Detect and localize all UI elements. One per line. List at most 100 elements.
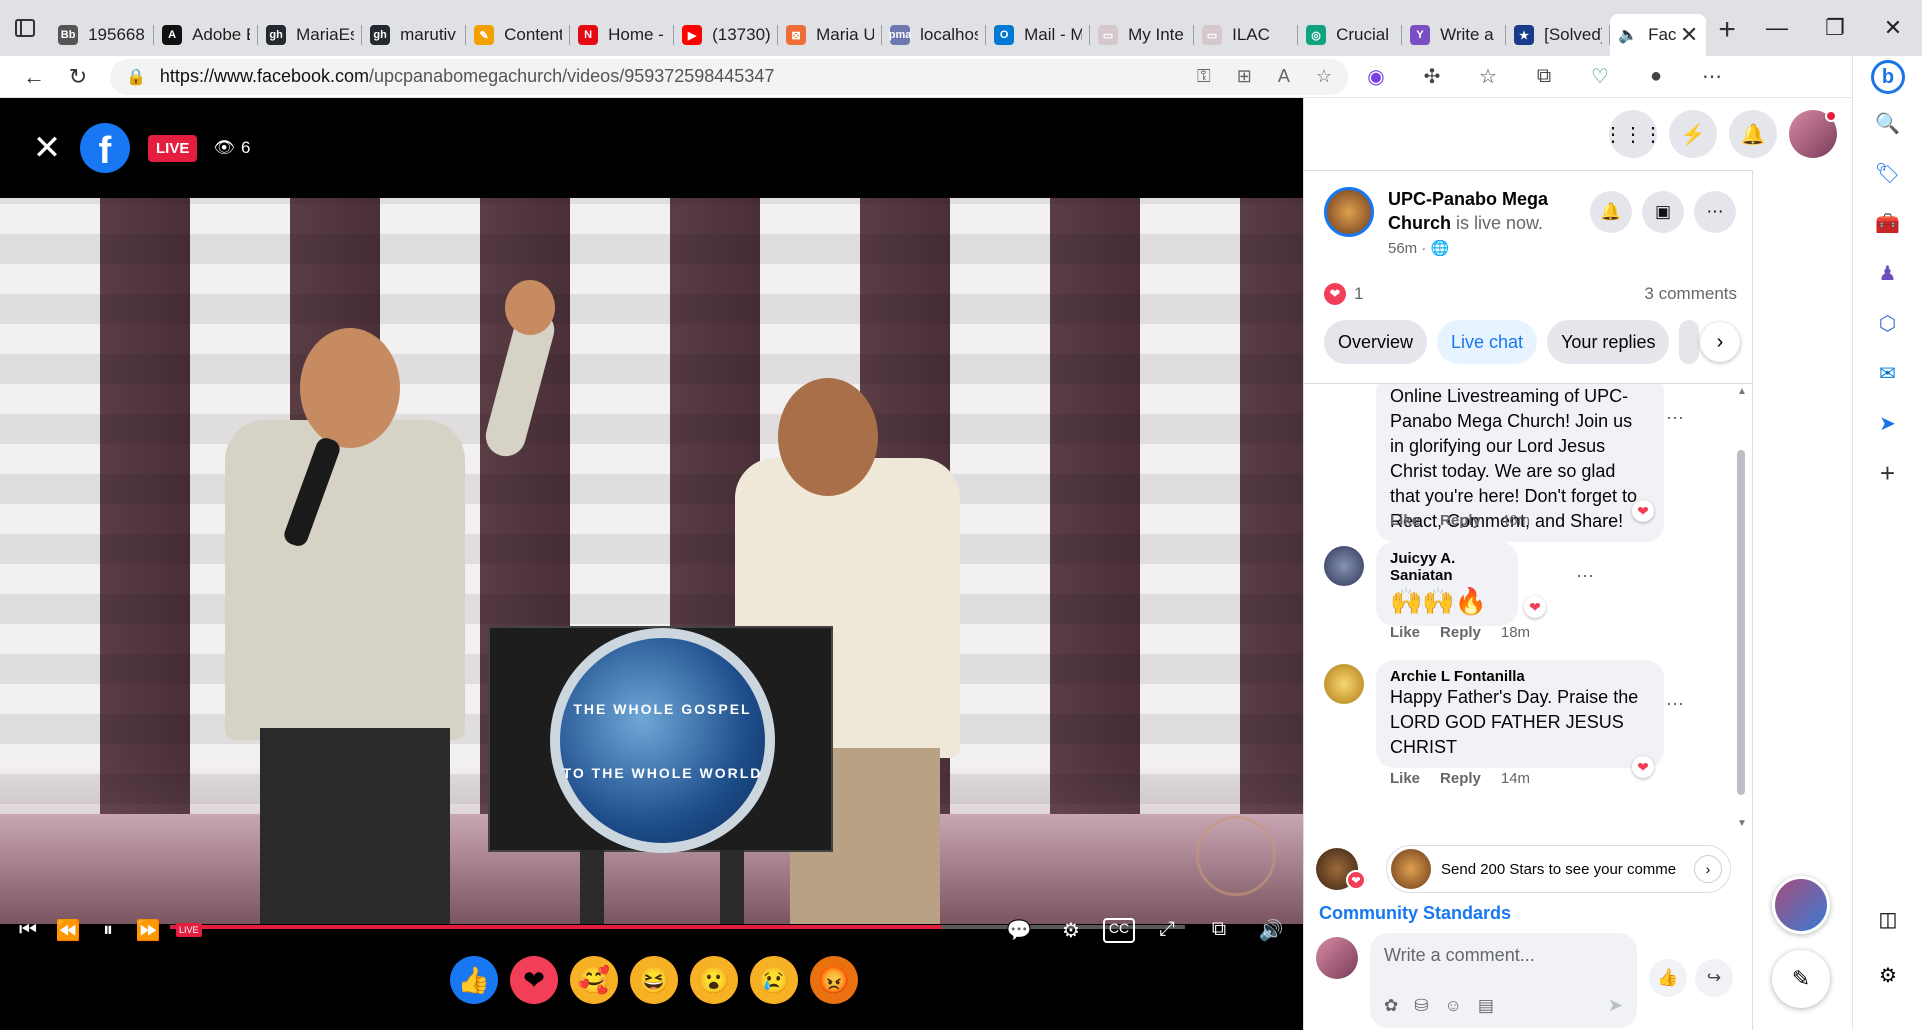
comment-more-icon[interactable]: ⋯	[1576, 566, 1594, 587]
gif-icon[interactable]: ▤	[1478, 996, 1494, 1016]
live-indicator[interactable]: LIVE	[176, 923, 202, 937]
send-icon[interactable]: ➤	[1608, 995, 1623, 1016]
restore-button[interactable]: ❐	[1806, 0, 1864, 56]
menu-grid-icon[interactable]: ⋮⋮⋮	[1603, 110, 1663, 158]
video-frame[interactable]: THE WHOLE GOSPEL TO THE WHOLE WORLD	[0, 198, 1303, 924]
close-video-icon[interactable]: ✕	[24, 128, 70, 168]
quick-like-icon[interactable]: 👍	[1649, 959, 1687, 997]
tab-live-chat[interactable]: Live chat	[1437, 320, 1538, 364]
post-time[interactable]: 56m ·	[1388, 240, 1426, 257]
browser-tab[interactable]: Bb 195668	[50, 14, 155, 56]
page-avatar[interactable]	[1324, 187, 1374, 237]
my-avatar[interactable]	[1316, 937, 1358, 979]
new-message-icon[interactable]: ✎	[1772, 950, 1830, 1008]
account-avatar[interactable]	[1789, 110, 1837, 158]
messenger-icon[interactable]: ⚡	[1669, 110, 1717, 158]
more-menu-icon[interactable]: ⋯	[1684, 64, 1740, 89]
settings-gear-icon[interactable]: ⚙	[1853, 950, 1922, 1000]
reload-button[interactable]: ↻	[56, 64, 100, 90]
browser-tab[interactable]: gh marutiv	[362, 14, 467, 56]
extension-color-icon[interactable]: ◉	[1348, 64, 1404, 89]
browser-tab[interactable]: ★ [Solved]	[1506, 14, 1611, 56]
search-icon[interactable]: 🔍	[1853, 98, 1922, 148]
care-reaction-icon[interactable]: 🥰	[570, 956, 618, 1004]
favorite-star-icon[interactable]: ☆	[1316, 66, 1332, 87]
comment-like[interactable]: Like	[1390, 512, 1420, 529]
browser-tab[interactable]: Y Write a	[1402, 14, 1507, 56]
tab-active-facebook[interactable]: 🔈 Fac ✕	[1610, 14, 1707, 56]
new-tab-button[interactable]: +	[1706, 13, 1748, 47]
follow-bell-icon[interactable]: 🔔	[1590, 191, 1632, 233]
close-tab-icon[interactable]: ✕	[1680, 22, 1698, 48]
chat-bubble-icon[interactable]: 💬	[999, 918, 1039, 943]
collections-icon[interactable]: ⧉	[1516, 65, 1572, 88]
comment-reply[interactable]: Reply	[1440, 512, 1481, 529]
chevron-right-icon[interactable]: ›	[1694, 855, 1722, 883]
tab-more[interactable]	[1679, 320, 1700, 364]
sad-reaction-icon[interactable]: 😢	[750, 956, 798, 1004]
window-close-button[interactable]: ✕	[1864, 0, 1922, 56]
sidebar-toggle-icon[interactable]: ◫	[1853, 894, 1922, 944]
tab-your-replies[interactable]: Your replies	[1547, 320, 1670, 364]
emoji-icon[interactable]: ☺	[1445, 996, 1462, 1016]
shopping-tag-icon[interactable]: 🏷	[1853, 148, 1922, 198]
angry-reaction-icon[interactable]: 😡	[810, 956, 858, 1004]
sticker-icon[interactable]: ✿	[1384, 996, 1398, 1016]
fast-forward-icon[interactable]: ⏩	[128, 918, 168, 943]
stars-sender-avatar[interactable]: ❤	[1316, 848, 1366, 890]
add-sidebar-app-icon[interactable]: +	[1853, 448, 1922, 498]
browser-tab[interactable]: ✎ Content	[466, 14, 571, 56]
browser-tab[interactable]: O Mail - M	[986, 14, 1091, 56]
chevron-right-icon[interactable]: ›	[1700, 322, 1740, 362]
tab-overview[interactable]: Overview	[1324, 320, 1428, 364]
comment-more-icon[interactable]: ⋯	[1666, 694, 1684, 715]
outlook-icon[interactable]: ✉	[1853, 348, 1922, 398]
tab-actions-icon[interactable]	[0, 0, 50, 56]
stars-icon[interactable]: ⛁	[1414, 996, 1428, 1016]
favorites-icon[interactable]: ☆	[1460, 64, 1516, 89]
save-icon[interactable]: ▣	[1642, 191, 1684, 233]
haha-reaction-icon[interactable]: 😆	[630, 956, 678, 1004]
video-settings-icon[interactable]: ⚙	[1051, 918, 1091, 943]
profile-icon[interactable]: ●	[1628, 65, 1684, 88]
captions-icon[interactable]: CC	[1103, 917, 1135, 943]
comment-more-icon[interactable]: ⋯	[1666, 408, 1684, 429]
chat-scrollbar[interactable]: ▲ ▼	[1737, 386, 1747, 830]
comment-time[interactable]: 18m	[1501, 624, 1530, 641]
browser-essentials-icon[interactable]: ♡	[1572, 64, 1628, 89]
community-standards-link[interactable]: Community Standards	[1319, 903, 1511, 924]
browser-tab[interactable]: ▭ My Inte	[1090, 14, 1195, 56]
comment-time[interactable]: 46m	[1501, 512, 1530, 529]
share-icon[interactable]: ↪	[1695, 959, 1733, 997]
commenter-avatar[interactable]	[1324, 546, 1364, 586]
facebook-logo-icon[interactable]: f	[80, 123, 130, 173]
fullscreen-icon[interactable]: ⤢	[1147, 918, 1187, 943]
chat-head-avatar[interactable]	[1772, 876, 1830, 934]
comment-count[interactable]: 3 comments	[1644, 284, 1737, 304]
browser-tab[interactable]: ▭ ILAC	[1194, 14, 1299, 56]
chat-scrollbar-thumb[interactable]	[1737, 450, 1745, 795]
more-options-icon[interactable]: ⋯	[1694, 191, 1736, 233]
browser-tab[interactable]: pma localhos	[882, 14, 987, 56]
send-stars-prompt[interactable]: Send 200 Stars to see your comme ›	[1386, 845, 1731, 893]
comment-author[interactable]: Archie L Fontanilla	[1390, 668, 1650, 685]
comment-input[interactable]: Write a comment... ✿ ⛁ ☺ ▤ ➤	[1370, 933, 1637, 1028]
extensions-icon[interactable]: ✣	[1404, 64, 1460, 89]
reaction-count[interactable]: 1	[1354, 284, 1363, 304]
commenter-avatar[interactable]	[1324, 664, 1364, 704]
scroll-up-icon[interactable]: ▲	[1737, 386, 1747, 397]
comment-time[interactable]: 14m	[1501, 770, 1530, 787]
url-field[interactable]: 🔒 https://www.facebook.com /upcpanabomeg…	[110, 58, 1348, 95]
pause-icon[interactable]: ⏸	[88, 919, 128, 942]
key-icon[interactable]: ⚿	[1197, 66, 1211, 87]
minimize-button[interactable]: —	[1748, 0, 1806, 56]
apps-icon[interactable]: ⊞	[1237, 66, 1252, 87]
browser-tab[interactable]: ⊠ Maria U	[778, 14, 883, 56]
read-aloud-icon[interactable]: A	[1278, 66, 1290, 87]
comment-like[interactable]: Like	[1390, 770, 1420, 787]
browser-tab[interactable]: ▶ (13730)	[674, 14, 779, 56]
rewind-icon[interactable]: ⏪	[48, 918, 88, 943]
office-icon[interactable]: ⬡	[1853, 298, 1922, 348]
notifications-bell-icon[interactable]: 🔔	[1729, 110, 1777, 158]
games-icon[interactable]: ♟	[1853, 248, 1922, 298]
